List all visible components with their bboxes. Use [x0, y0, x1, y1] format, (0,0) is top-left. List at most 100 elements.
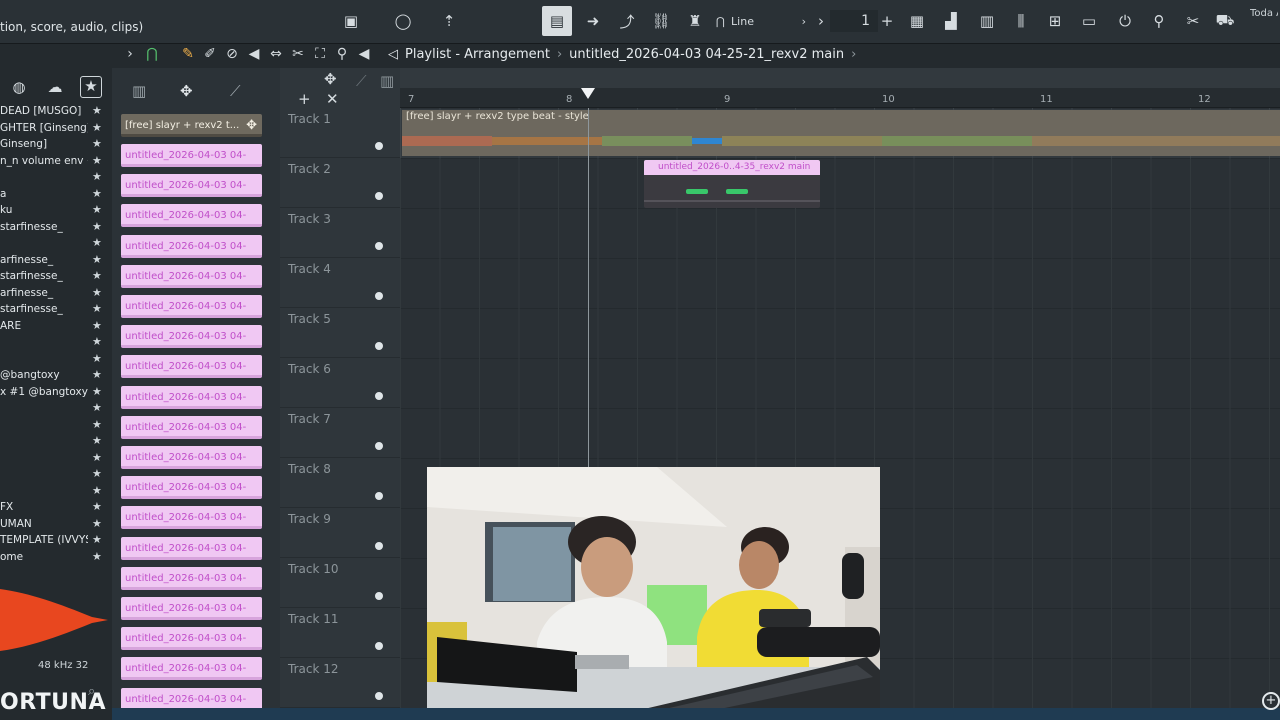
- star-icon[interactable]: ★: [92, 550, 102, 563]
- star-icon[interactable]: ★: [92, 418, 102, 431]
- file-icon[interactable]: ▭: [1076, 8, 1102, 34]
- browser-item[interactable]: x #1 @bangtoxy ★: [0, 385, 112, 402]
- track-header[interactable]: Track 9: [280, 508, 400, 558]
- pencil-icon[interactable]: ⟋: [230, 82, 241, 100]
- track-mute-dot[interactable]: [375, 642, 383, 650]
- browser-item[interactable]: GHTER [Ginseng] ★: [0, 121, 112, 138]
- browser-item[interactable]: @bangtoxy ★: [0, 368, 112, 385]
- channel-rack-icon[interactable]: ▥: [974, 8, 1000, 34]
- track-header[interactable]: Track 12: [280, 658, 400, 708]
- browser-item[interactable]: starfinesse_ ★: [0, 269, 112, 286]
- slice-icon[interactable]: ✂: [290, 46, 306, 62]
- picker-pattern-clip[interactable]: untitled_2026-04-03 04-: [121, 476, 262, 500]
- picker-pattern-clip[interactable]: untitled_2026-04-03 04-: [121, 597, 262, 620]
- track-header[interactable]: Track 8: [280, 458, 400, 508]
- grid-icon[interactable]: ▥: [132, 82, 146, 100]
- track-mute-dot[interactable]: [375, 342, 383, 350]
- track-mute-dot[interactable]: [375, 142, 383, 150]
- delete-icon[interactable]: ⊘: [224, 46, 240, 62]
- track-mute-dot[interactable]: [375, 392, 383, 400]
- star-icon[interactable]: ★: [92, 286, 102, 299]
- track-header[interactable]: Track 3: [280, 208, 400, 258]
- pencil-icon[interactable]: ✎: [180, 46, 196, 62]
- browser-item[interactable]: starfinesse_ ★: [0, 302, 112, 319]
- track-header[interactable]: Track 2: [280, 158, 400, 208]
- audio-clip[interactable]: [free] slayr + rexv2 type beat - style: [402, 110, 1280, 156]
- track-header[interactable]: Track 7: [280, 408, 400, 458]
- picker-pattern-clip[interactable]: untitled_2026-04-03 04-: [121, 234, 262, 258]
- mixer-icon[interactable]: ⫼: [1008, 8, 1034, 34]
- picker-pattern-clip[interactable]: untitled_2026-04-03 04-: [121, 144, 262, 167]
- star-icon[interactable]: ★: [92, 187, 102, 200]
- browser-item[interactable]: Ginseng] ★: [0, 137, 112, 154]
- browser-item[interactable]: arfinesse_ ★: [0, 286, 112, 303]
- star-icon[interactable]: ★: [92, 253, 102, 266]
- browser-item[interactable]: FX ★: [0, 500, 112, 517]
- picker-pattern-clip[interactable]: untitled_2026-04-03 04-: [121, 536, 262, 560]
- plugin-icon[interactable]: ⏻: [1112, 8, 1138, 34]
- star-icon[interactable]: ★: [92, 203, 102, 216]
- track-mute-dot[interactable]: [375, 492, 383, 500]
- star-icon[interactable]: ★: [92, 335, 102, 348]
- magnet-icon[interactable]: ⋂: [144, 46, 160, 62]
- picker-pattern-clip[interactable]: untitled_2026-04-03 04-: [121, 264, 262, 288]
- brush-icon[interactable]: ✐: [202, 46, 218, 62]
- pattern-clip[interactable]: untitled_2026-0..4-35_rexv2 main: [644, 160, 820, 208]
- star-icon[interactable]: ★: [92, 500, 102, 513]
- grid-icon[interactable]: ▥: [380, 72, 394, 90]
- track-mute-dot[interactable]: [375, 542, 383, 550]
- pitch-icon[interactable]: ⇡: [436, 8, 462, 34]
- star-icon[interactable]: ★: [92, 104, 102, 117]
- select-icon[interactable]: ⛶: [312, 46, 328, 62]
- star-icon[interactable]: ★: [92, 319, 102, 332]
- browser-item[interactable]: TEMPLATE (IVVYS) ★: [0, 533, 112, 550]
- browser-item[interactable]: a ★: [0, 187, 112, 204]
- plus-icon[interactable]: +: [874, 8, 900, 34]
- star-icon[interactable]: ★: [92, 121, 102, 134]
- star-icon[interactable]: ★: [92, 220, 102, 233]
- track-header[interactable]: Track 5: [280, 308, 400, 358]
- browser-item[interactable]: ★: [0, 352, 112, 369]
- star-icon[interactable]: ★: [92, 269, 102, 282]
- piano-icon[interactable]: ▤: [542, 6, 572, 36]
- browser-item[interactable]: ★: [0, 418, 112, 435]
- pencil-icon[interactable]: ⟋: [356, 72, 367, 90]
- add-track-icon[interactable]: +: [298, 90, 311, 108]
- track-header[interactable]: Track 11: [280, 608, 400, 658]
- timeline-ruler[interactable]: 7 8 9 10 11 12: [400, 88, 1280, 108]
- picker-pattern-clip[interactable]: untitled_2026-04-03 04-: [121, 657, 262, 681]
- browser-item[interactable]: ome ★: [0, 550, 112, 567]
- track-header[interactable]: Track 6: [280, 358, 400, 408]
- browser-item[interactable]: n_n volume env +EQ] ★: [0, 154, 112, 171]
- browser-item[interactable]: ★: [0, 484, 112, 501]
- picker-pattern-clip[interactable]: untitled_2026-04-03 04-: [121, 506, 262, 530]
- browser-item[interactable]: ★: [0, 451, 112, 468]
- browser-item[interactable]: ★: [0, 434, 112, 451]
- playlist-icon[interactable]: ▦: [904, 8, 930, 34]
- f1-icon[interactable]: ▣: [338, 8, 364, 34]
- cloud-icon[interactable]: ☁: [44, 76, 66, 98]
- picker-pattern-clip[interactable]: untitled_2026-04-03 04-: [121, 627, 262, 651]
- star-icon[interactable]: ★: [92, 170, 102, 183]
- mute-icon[interactable]: ◀: [246, 46, 262, 62]
- star-icon[interactable]: ★: [92, 236, 102, 249]
- star-icon[interactable]: ★: [92, 302, 102, 315]
- picker-pattern-clip[interactable]: untitled_2026-04-03 04-: [121, 446, 262, 469]
- add-circle-icon[interactable]: +: [1262, 692, 1280, 710]
- picker-audio-clip[interactable]: [free] slayr + rexv2 t... ✥: [121, 114, 262, 137]
- browser-item[interactable]: ★: [0, 467, 112, 484]
- track-header[interactable]: Track 10: [280, 558, 400, 608]
- move-icon[interactable]: ✥: [324, 70, 337, 88]
- pattern-number[interactable]: 1: [830, 10, 878, 32]
- zoom-icon[interactable]: ⚲: [334, 46, 350, 62]
- track-mute-dot[interactable]: [375, 592, 383, 600]
- speaker-icon[interactable]: ◁: [388, 47, 398, 62]
- star-icon[interactable]: ★: [92, 484, 102, 497]
- track-header[interactable]: Track 1: [280, 108, 400, 158]
- picker-pattern-clip[interactable]: untitled_2026-04-03 04-: [121, 415, 262, 439]
- star-icon[interactable]: ★: [92, 533, 102, 546]
- star-icon[interactable]: ★: [92, 451, 102, 464]
- globe-icon[interactable]: ◍: [8, 76, 30, 98]
- search-icon[interactable]: ⌕: [88, 684, 95, 699]
- browser-item[interactable]: UMAN ★: [0, 517, 112, 534]
